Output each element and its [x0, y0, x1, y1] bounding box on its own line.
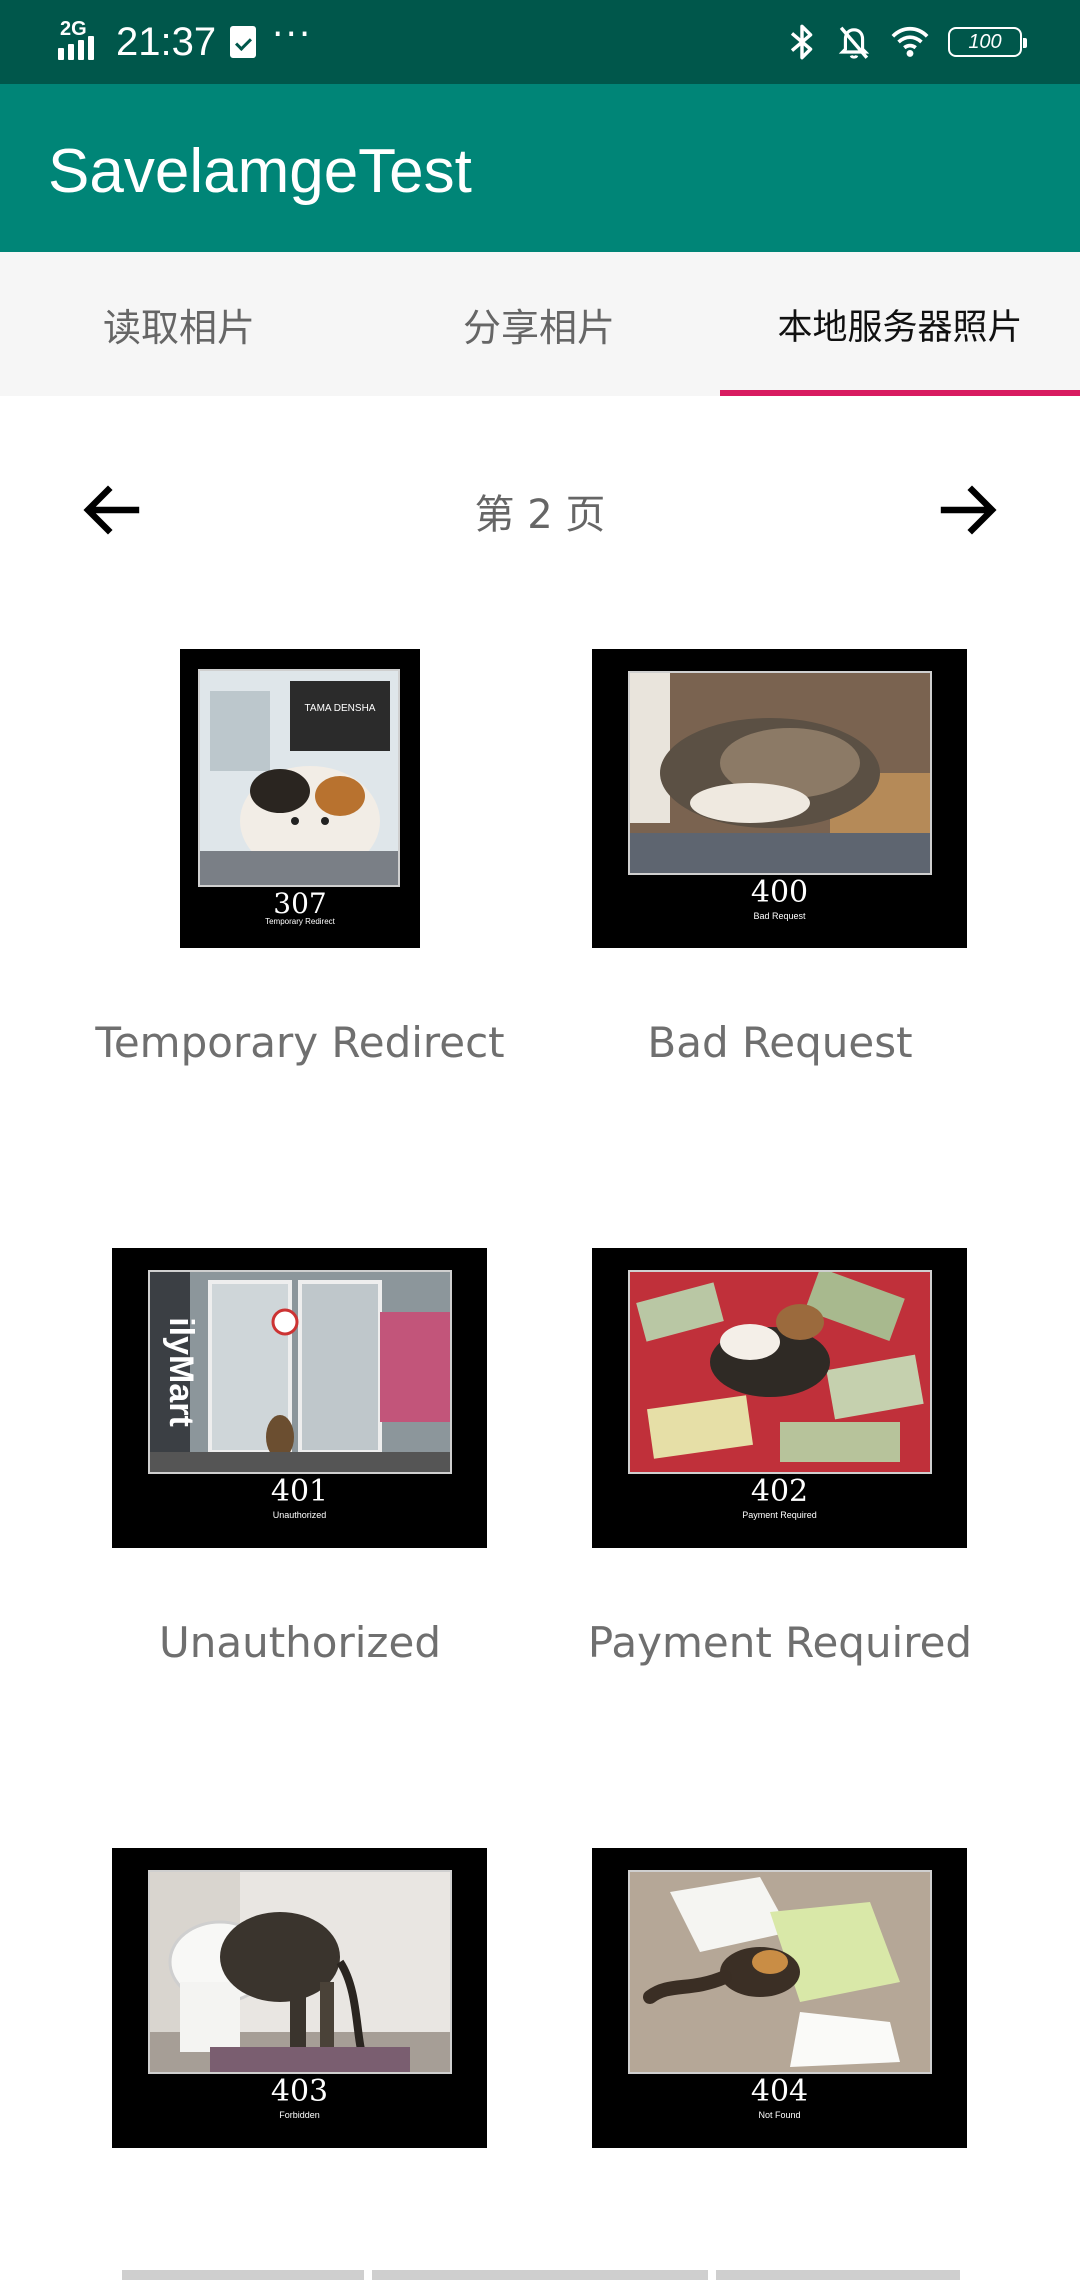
toilet-cat-photo — [148, 1870, 452, 2074]
more-notifications-icon: ··· — [272, 14, 313, 55]
poster-image-401[interactable]: ilyMart 401 Unauthorized — [112, 1248, 487, 1548]
app-bar: SavelamgeTest — [0, 84, 1080, 252]
poster-subtitle: Temporary Redirect — [265, 917, 335, 926]
battery-icon: 100 — [948, 27, 1027, 57]
poster-subtitle: Forbidden — [279, 2110, 320, 2120]
tram-cat-drawing: TAMA DENSHA — [200, 671, 398, 885]
sleeping-cat-drawing — [630, 673, 930, 873]
bluetooth-icon — [790, 24, 813, 60]
page-indicator: 第 2 页 — [474, 492, 606, 538]
money-cat-drawing — [630, 1272, 930, 1472]
tab-share-photos[interactable]: 分享相片 — [358, 252, 720, 396]
item-caption: Temporary Redirect — [95, 1018, 505, 1067]
next-page-button[interactable] — [936, 478, 1000, 542]
poster-code: 403 — [270, 2074, 329, 2109]
poster-subtitle: Bad Request — [753, 911, 806, 921]
tab-read-photos[interactable]: 读取相片 — [0, 252, 358, 396]
poster-code: 400 — [750, 875, 809, 910]
tab-bar: 读取相片 分享相片 本地服务器照片 — [0, 252, 1080, 396]
battery-level: 100 — [968, 30, 1002, 53]
poster-image-403[interactable]: 403 Forbidden — [112, 1848, 487, 2148]
tram-cat-photo: TAMA DENSHA — [198, 669, 400, 887]
app-title: SavelamgeTest — [48, 137, 472, 206]
clipboard-check-icon — [230, 26, 256, 58]
tab-local-server-photos[interactable]: 本地服务器照片 — [720, 252, 1080, 396]
paper-cat-photo — [628, 1870, 932, 2074]
mart-door-cat-photo: ilyMart — [148, 1270, 452, 1474]
poster-code: 404 — [750, 2074, 809, 2109]
grid-item-404[interactable]: 404 Not Found — [0, 0, 967, 2148]
tab-label: 本地服务器照片 — [777, 307, 1023, 348]
paper-cat-drawing — [630, 1872, 930, 2072]
poster-code: 402 — [750, 1474, 809, 1509]
poster-image-402[interactable]: 402 Payment Required — [592, 1248, 967, 1548]
mart-door-drawing: ilyMart — [150, 1272, 450, 1472]
money-cat-photo — [628, 1270, 932, 1474]
item-caption: Payment Required — [587, 1618, 973, 1667]
sleeping-cat-photo — [628, 671, 932, 875]
poster-image-400[interactable]: 400 Bad Request — [592, 649, 967, 948]
poster-image-307[interactable]: TAMA DENSHA 307 Temporary Redirect — [180, 649, 420, 948]
tram-sign-text: TAMA DENSHA — [305, 703, 376, 714]
item-caption: Unauthorized — [159, 1618, 441, 1667]
tab-label: 读取相片 — [102, 305, 255, 350]
poster-image-404[interactable]: 404 Not Found — [592, 1848, 967, 2148]
poster-subtitle: Not Found — [758, 2110, 801, 2120]
arrow-right-icon — [940, 485, 997, 535]
item-caption: Bad Request — [647, 1018, 913, 1067]
poster-code: 401 — [270, 1474, 329, 1509]
tab-label: 分享相片 — [462, 305, 615, 350]
bell-off-icon — [838, 26, 870, 59]
mart-sign-text: ilyMart — [162, 1317, 200, 1427]
network-type: 2G — [60, 18, 87, 40]
wifi-icon — [891, 26, 929, 57]
next-row-peek — [0, 2270, 1080, 2280]
tab-indicator — [720, 390, 1080, 396]
poster-code: 307 — [273, 887, 327, 920]
status-bar: 2G 21:37 ··· 100 — [0, 0, 1080, 84]
poster-subtitle: Payment Required — [742, 1510, 817, 1520]
pager: 第 2 页 — [0, 470, 1080, 550]
cellular-signal-icon: 2G — [58, 18, 108, 62]
poster-subtitle: Unauthorized — [272, 1510, 327, 1520]
status-time: 21:37 — [116, 20, 217, 64]
toilet-cat-drawing — [150, 1872, 450, 2072]
